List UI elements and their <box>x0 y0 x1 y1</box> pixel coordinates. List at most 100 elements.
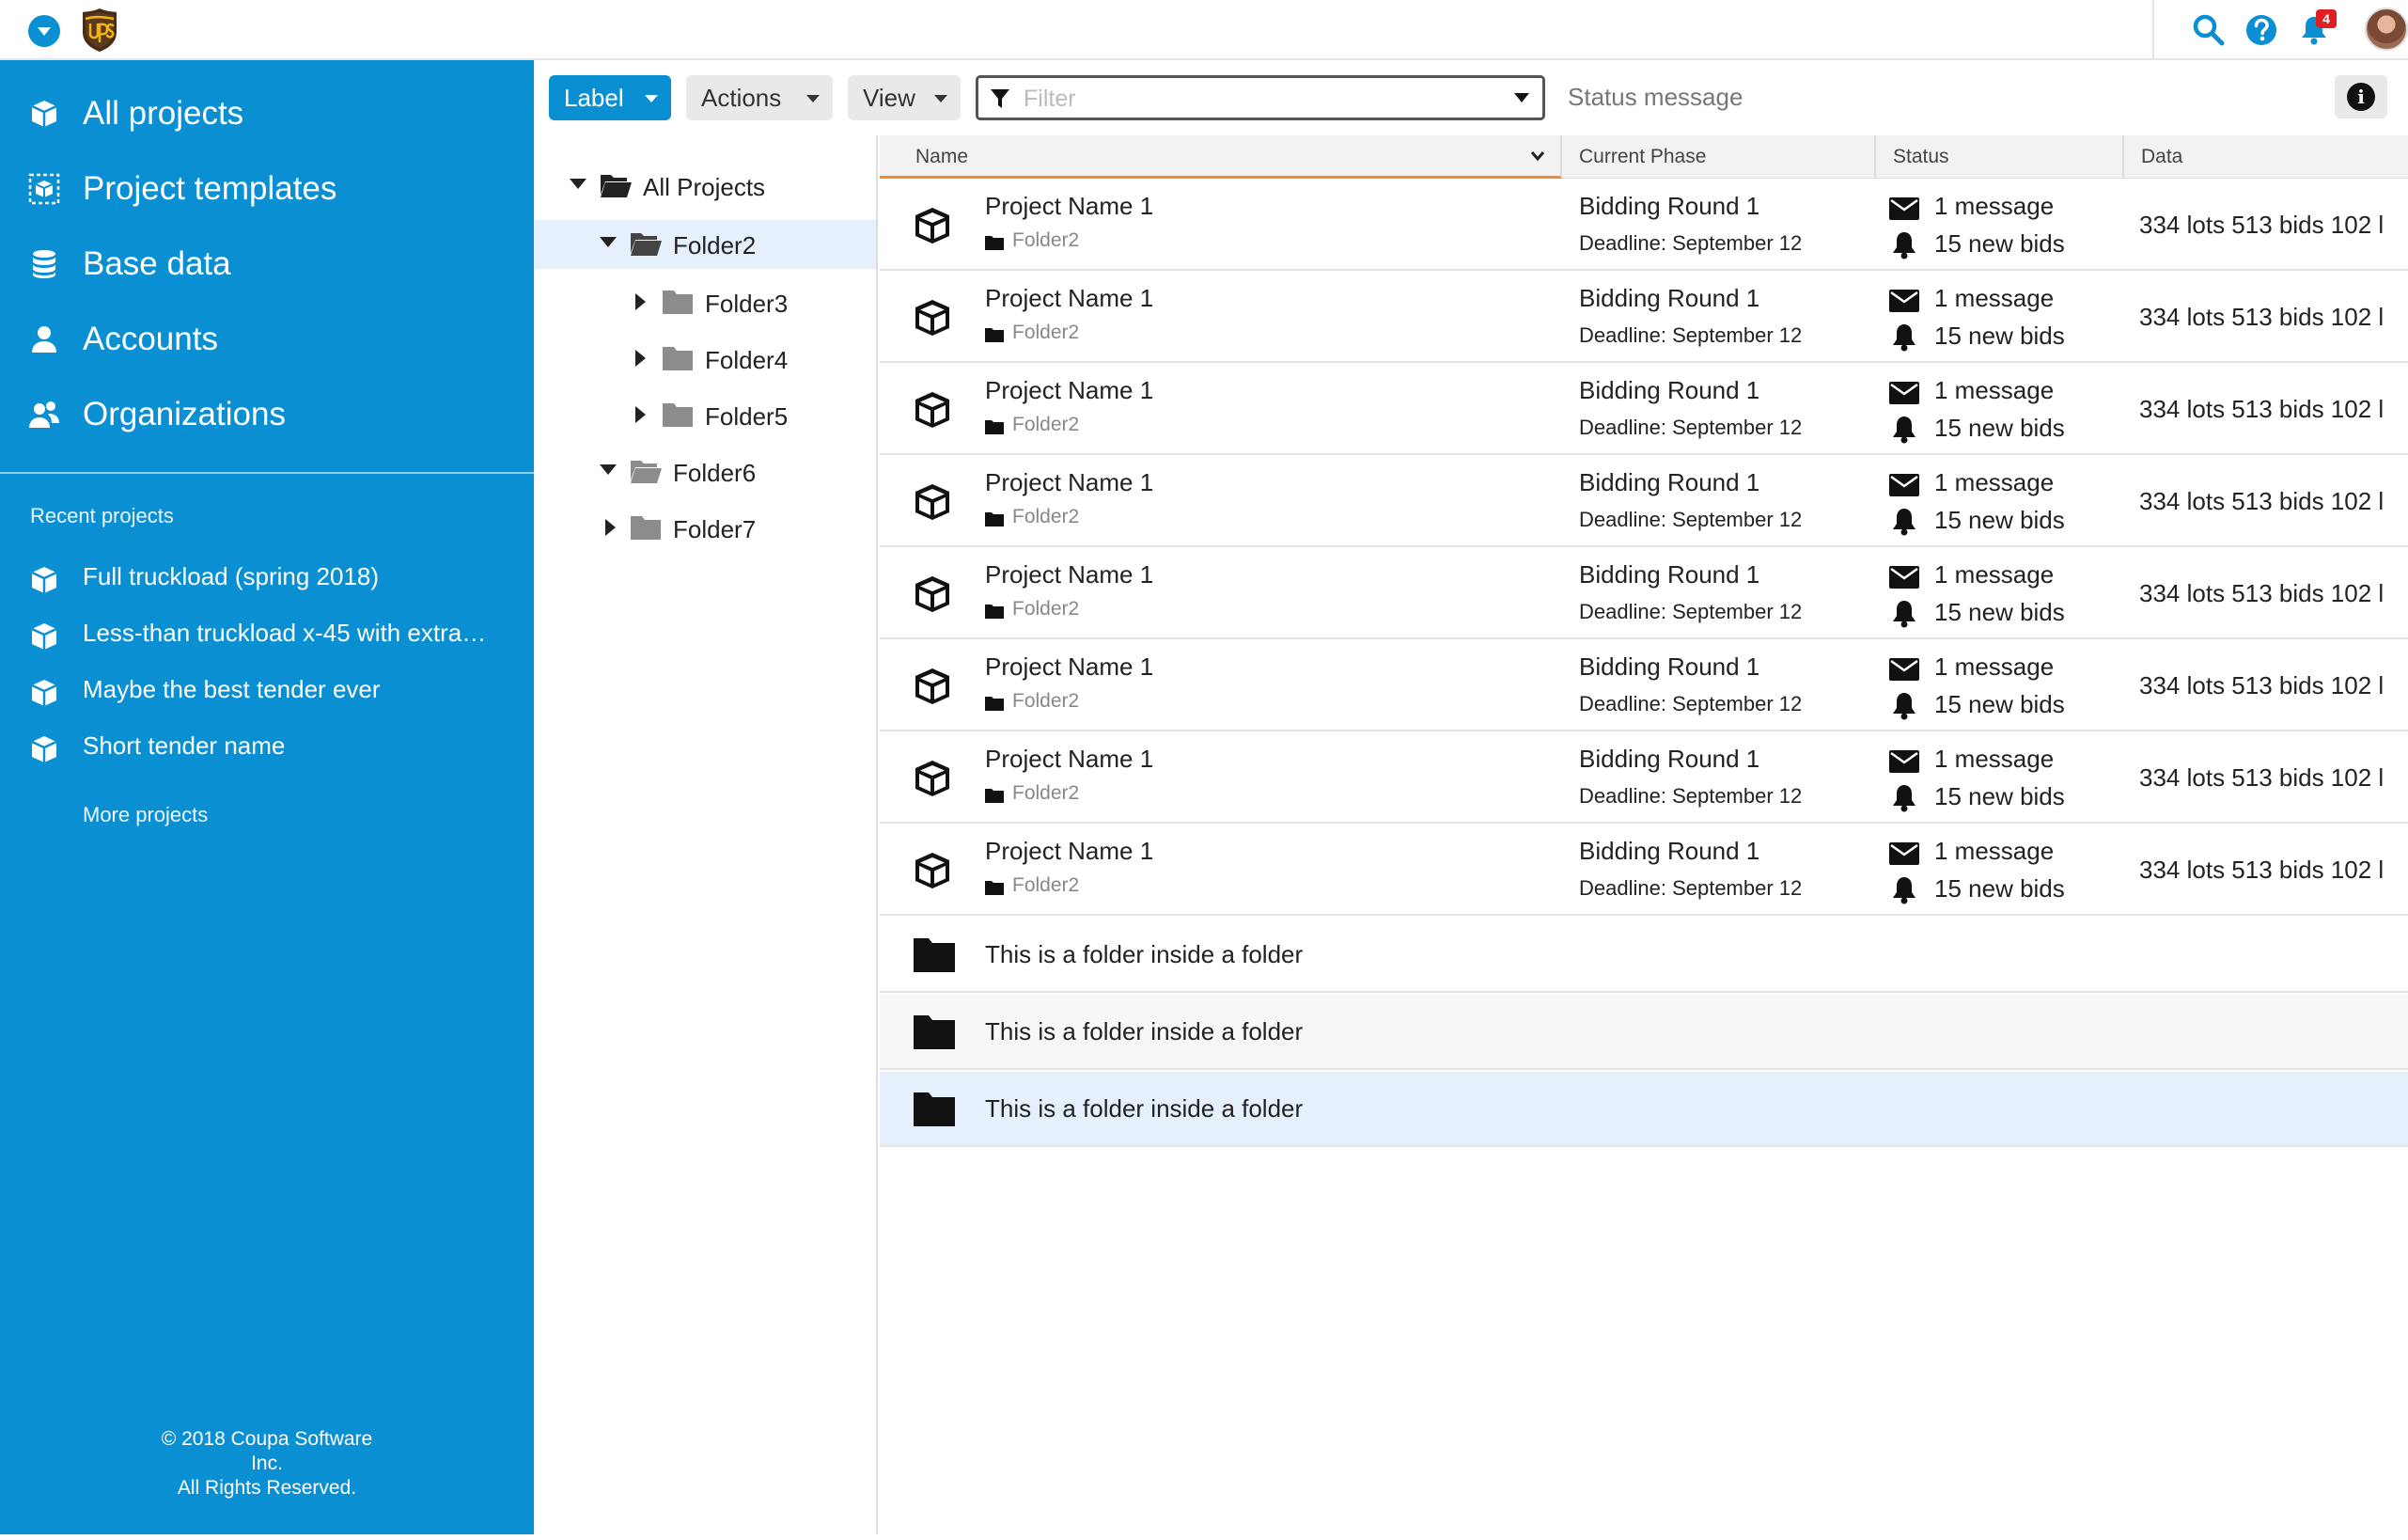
help-icon[interactable] <box>2243 11 2280 49</box>
tree-node-all-projects[interactable]: All Projects <box>534 162 876 211</box>
cube-icon <box>915 300 949 336</box>
envelope-icon <box>1889 750 1919 773</box>
project-row[interactable]: Project Name 1 Folder2 Bidding Round 1 D… <box>880 457 2408 547</box>
cube-icon <box>915 484 949 520</box>
project-name[interactable]: Project Name 1 <box>985 192 1153 221</box>
collapsed-triangle-icon[interactable] <box>635 350 646 367</box>
cube-icon <box>31 680 57 706</box>
tree-node-label: Folder4 <box>705 346 789 374</box>
folder-icon <box>663 347 693 370</box>
project-deadline: Deadline: September 12 <box>1579 876 1803 900</box>
view-button-text: View <box>863 84 915 112</box>
project-name[interactable]: Project Name 1 <box>985 745 1153 774</box>
project-row[interactable]: Project Name 1 Folder2 Bidding Round 1 D… <box>880 825 2408 916</box>
project-row[interactable]: Project Name 1 Folder2 Bidding Round 1 D… <box>880 181 2408 271</box>
sort-chevron-down-icon[interactable] <box>1530 149 1545 164</box>
actions-button[interactable]: Actions <box>686 75 833 120</box>
database-icon <box>33 250 55 278</box>
info-button[interactable]: i <box>2335 75 2387 118</box>
collapsed-triangle-icon[interactable] <box>635 293 646 310</box>
app-menu-chevron-down-icon[interactable] <box>28 15 60 47</box>
envelope-icon <box>1889 382 1919 404</box>
project-name[interactable]: Project Name 1 <box>985 284 1153 313</box>
template-icon <box>28 173 60 205</box>
copyright-line: Inc. <box>251 1453 283 1474</box>
sidebar-item-accounts[interactable]: Accounts <box>0 306 534 372</box>
project-row[interactable]: Project Name 1 Folder2 Bidding Round 1 D… <box>880 549 2408 639</box>
column-header-label: Status <box>1893 146 1949 167</box>
project-row[interactable]: Project Name 1 Folder2 Bidding Round 1 D… <box>880 641 2408 731</box>
tree-node-folder3[interactable]: Folder3 <box>534 278 876 327</box>
project-name[interactable]: Project Name 1 <box>985 468 1153 497</box>
project-name[interactable]: Project Name 1 <box>985 837 1153 866</box>
bell-icon <box>1893 601 1915 628</box>
search-icon[interactable] <box>2190 11 2228 49</box>
project-row[interactable]: Project Name 1 Folder2 Bidding Round 1 D… <box>880 273 2408 363</box>
folder-row[interactable]: This is a folder inside a folder <box>880 1072 2408 1147</box>
bell-icon <box>1893 232 1915 259</box>
tree-node-folder7[interactable]: Folder7 <box>534 504 876 553</box>
recent-project-item[interactable]: Less-than truckload x-45 with extra… <box>0 611 534 656</box>
column-header-data[interactable]: Data <box>2124 135 2408 179</box>
tree-node-label: Folder3 <box>705 290 789 318</box>
sidebar-item-all-projects[interactable]: All projects <box>0 81 534 147</box>
sidebar-item-base-data[interactable]: Base data <box>0 231 534 297</box>
project-folder: Folder2 <box>1012 322 1080 343</box>
tree-node-folder2[interactable]: Folder2 <box>534 220 876 269</box>
tree-node-folder5[interactable]: Folder5 <box>534 391 876 440</box>
status-message: Status message <box>1568 83 1743 111</box>
folder-row-label[interactable]: This is a folder inside a folder <box>985 940 1303 969</box>
project-phase: Bidding Round 1 <box>1579 192 1760 220</box>
folder-row[interactable]: This is a folder inside a folder <box>880 995 2408 1070</box>
column-header-status[interactable]: Status <box>1876 135 2124 179</box>
collapsed-triangle-icon[interactable] <box>635 406 646 423</box>
sidebar-item-label: Base data <box>83 245 231 282</box>
bell-icon <box>1893 509 1915 536</box>
folder-row-label[interactable]: This is a folder inside a folder <box>985 1094 1303 1124</box>
project-name[interactable]: Project Name 1 <box>985 652 1153 682</box>
project-row[interactable]: Project Name 1 Folder2 Bidding Round 1 D… <box>880 365 2408 455</box>
folder-row[interactable]: This is a folder inside a folder <box>880 918 2408 993</box>
sidebar-item-project-templates[interactable]: Project templates <box>0 156 534 222</box>
folder-icon <box>914 1092 955 1126</box>
project-data-summary: 334 lots 513 bids 102 l <box>2139 763 2385 792</box>
sidebar-item-organizations[interactable]: Organizations <box>0 382 534 448</box>
top-bar-actions: 4 <box>2152 0 2408 60</box>
caret-down-icon <box>806 95 820 102</box>
project-data-summary: 334 lots 513 bids 102 l <box>2139 395 2385 423</box>
filter-field[interactable] <box>976 75 1545 120</box>
project-data-summary: 334 lots 513 bids 102 l <box>2139 856 2385 884</box>
folder-row-label[interactable]: This is a folder inside a folder <box>985 1017 1303 1046</box>
column-header-label: Name <box>915 146 969 167</box>
tree-node-label: Folder2 <box>673 231 757 259</box>
more-projects-link[interactable]: More projects <box>83 803 208 827</box>
tree-node-folder6[interactable]: Folder6 <box>534 448 876 496</box>
project-new-bids: 15 new bids <box>1934 414 2065 442</box>
user-avatar[interactable] <box>2365 8 2408 51</box>
recent-project-item[interactable]: Maybe the best tender ever <box>0 668 534 713</box>
caret-down-icon[interactable] <box>1514 93 1529 102</box>
folder-icon <box>985 881 1004 895</box>
label-button[interactable]: Label <box>549 75 671 120</box>
column-header-name[interactable]: Name <box>880 135 1562 179</box>
project-deadline: Deadline: September 12 <box>1579 416 1803 439</box>
column-header-current-phase[interactable]: Current Phase <box>1562 135 1876 179</box>
project-new-bids: 15 new bids <box>1934 782 2065 810</box>
project-name[interactable]: Project Name 1 <box>985 376 1153 405</box>
folder-icon <box>985 420 1004 434</box>
collapsed-triangle-icon[interactable] <box>605 519 616 536</box>
project-phase: Bidding Round 1 <box>1579 560 1760 589</box>
tree-node-folder4[interactable]: Folder4 <box>534 335 876 384</box>
filter-input[interactable] <box>1024 82 1493 116</box>
expanded-triangle-icon[interactable] <box>570 179 586 189</box>
recent-project-item[interactable]: Full truckload (spring 2018) <box>0 555 534 600</box>
recent-project-item[interactable]: Short tender name <box>0 724 534 769</box>
view-button[interactable]: View <box>848 75 961 120</box>
project-messages: 1 message <box>1934 468 2055 496</box>
expanded-triangle-icon[interactable] <box>600 237 617 247</box>
project-name[interactable]: Project Name 1 <box>985 560 1153 589</box>
project-data-summary: 334 lots 513 bids 102 l <box>2139 211 2385 239</box>
expanded-triangle-icon[interactable] <box>600 464 617 475</box>
folder-tree: All Projects Folder2 Folder3 Folder4 Fol… <box>534 135 878 1534</box>
project-row[interactable]: Project Name 1 Folder2 Bidding Round 1 D… <box>880 733 2408 824</box>
